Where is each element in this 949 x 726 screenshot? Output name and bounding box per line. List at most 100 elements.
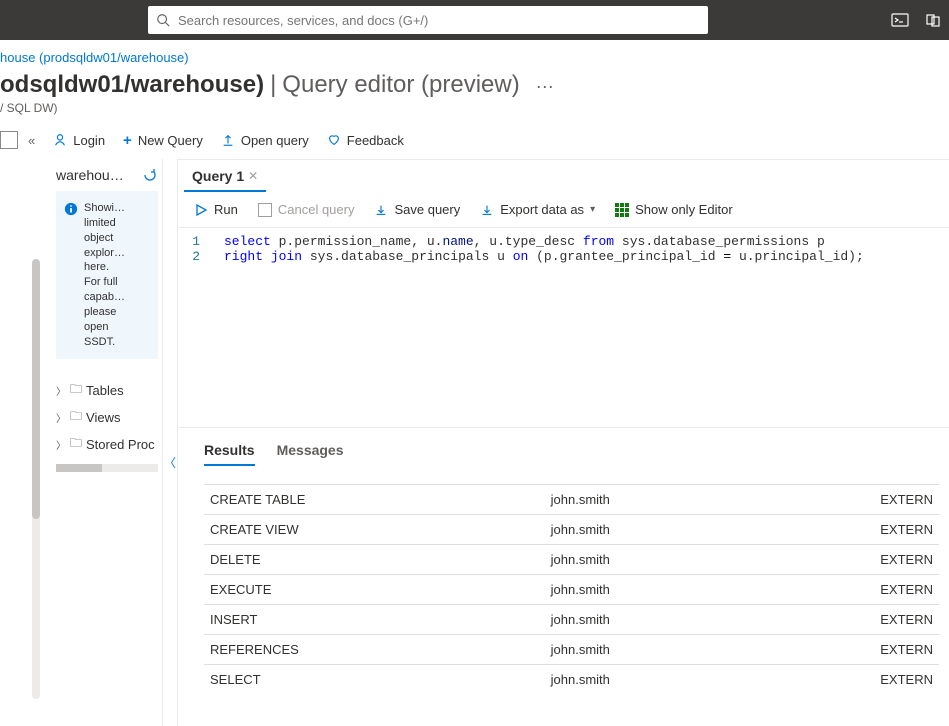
cancel-query-button: Cancel query <box>258 202 355 217</box>
results-table: CREATE TABLEjohn.smithEXTERNCREATE VIEWj… <box>204 484 939 694</box>
cell-type: EXTERN <box>874 575 939 605</box>
download-icon <box>480 203 494 217</box>
collapse-icon[interactable]: « <box>28 133 35 148</box>
table-row[interactable]: DELETEjohn.smithEXTERN <box>204 545 939 575</box>
cell-permission: SELECT <box>204 665 545 695</box>
breadcrumb-link[interactable]: house (prodsqldw01/warehouse) <box>0 50 189 65</box>
expand-left-icon[interactable]: 〈 <box>164 454 176 471</box>
page-section: Query editor (preview) <box>282 71 519 99</box>
chevron-right-icon: 〉 <box>56 383 66 398</box>
pane-splitter: 〈 <box>163 159 177 726</box>
run-label: Run <box>214 202 238 217</box>
feedback-button[interactable]: Feedback <box>327 133 404 148</box>
table-row[interactable]: CREATE TABLEjohn.smithEXTERN <box>204 485 939 515</box>
cell-type: EXTERN <box>874 665 939 695</box>
cell-user: john.smith <box>545 605 875 635</box>
editor-toolbar: Run Cancel query Save query Export data … <box>178 192 949 227</box>
upload-icon <box>221 133 235 147</box>
query-tab-1[interactable]: Query 1 ✕ <box>184 160 266 192</box>
global-search[interactable] <box>148 6 708 34</box>
save-query-button[interactable]: Save query <box>374 202 460 217</box>
page-title-row: odsqldw01/warehouse) | Query editor (pre… <box>0 65 949 99</box>
open-query-label: Open query <box>241 133 309 148</box>
result-tabs: Results Messages <box>204 442 939 466</box>
grid-icon <box>615 203 629 217</box>
tree-label: Tables <box>86 383 124 398</box>
tab-results[interactable]: Results <box>204 442 255 466</box>
notifications-icon[interactable] <box>925 12 941 28</box>
play-icon <box>194 203 208 217</box>
breadcrumb: house (prodsqldw01/warehouse) <box>0 40 949 65</box>
table-row[interactable]: INSERTjohn.smithEXTERN <box>204 605 939 635</box>
explorer-h-scroll-thumb[interactable] <box>56 464 102 472</box>
cloud-shell-icon[interactable] <box>891 12 909 28</box>
object-explorer: warehou… Showi… limited object explor… h… <box>48 159 163 726</box>
explorer-title: warehou… <box>56 167 124 183</box>
export-label: Export data as <box>500 202 584 217</box>
new-query-button[interactable]: + New Query <box>123 132 203 149</box>
user-icon <box>53 133 67 147</box>
save-label: Save query <box>394 202 460 217</box>
main-area: warehou… Showi… limited object explor… h… <box>0 159 949 726</box>
tree-item-tables[interactable]: 〉 🗀 Tables <box>56 377 158 404</box>
top-bar-right <box>891 12 941 28</box>
info-icon <box>64 202 78 349</box>
info-banner: Showi… limited object explor… here. For … <box>56 191 158 359</box>
export-data-button[interactable]: Export data as ▾ <box>480 202 595 217</box>
code-line-2: right join sys.database_principals u on … <box>220 249 864 264</box>
cell-permission: CREATE TABLE <box>204 485 545 515</box>
line-number: 1 <box>178 234 204 249</box>
new-query-label: New Query <box>138 133 203 148</box>
table-row[interactable]: CREATE VIEWjohn.smithEXTERN <box>204 515 939 545</box>
plus-icon: + <box>123 132 132 149</box>
cell-permission: DELETE <box>204 545 545 575</box>
cell-permission: REFERENCES <box>204 635 545 665</box>
cell-user: john.smith <box>545 485 875 515</box>
folder-icon: 🗀 <box>70 434 82 455</box>
cell-permission: EXECUTE <box>204 575 545 605</box>
query-tabs: Query 1 ✕ <box>178 160 949 192</box>
table-row[interactable]: EXECUTEjohn.smithEXTERN <box>204 575 939 605</box>
left-scrollbar[interactable] <box>32 259 40 699</box>
run-button[interactable]: Run <box>194 202 238 217</box>
login-button[interactable]: Login <box>53 133 105 148</box>
cell-type: EXTERN <box>874 605 939 635</box>
login-label: Login <box>73 133 105 148</box>
left-scroll-thumb[interactable] <box>32 259 40 519</box>
cell-permission: INSERT <box>204 605 545 635</box>
tree-item-stored-proc[interactable]: 〉 🗀 Stored Proc <box>56 431 158 458</box>
tree-item-views[interactable]: 〉 🗀 Views <box>56 404 158 431</box>
table-row[interactable]: SELECTjohn.smithEXTERN <box>204 665 939 695</box>
code-line-1: select p.permission_name, u.name, u.type… <box>220 234 825 249</box>
results-pane: Results Messages CREATE TABLEjohn.smithE… <box>178 427 949 726</box>
show-only-editor-button[interactable]: Show only Editor <box>615 202 733 217</box>
explorer-h-scrollbar[interactable] <box>56 464 158 472</box>
close-icon[interactable]: ✕ <box>248 169 258 183</box>
cell-user: john.smith <box>545 515 875 545</box>
open-query-button[interactable]: Open query <box>221 133 309 148</box>
cell-user: john.smith <box>545 665 875 695</box>
folder-icon: 🗀 <box>70 380 82 401</box>
chevron-down-icon: ▾ <box>590 204 595 215</box>
page-title-divider: | <box>270 71 276 99</box>
command-bar: « Login + New Query Open query Feedback <box>0 125 949 159</box>
more-menu-icon[interactable]: ··· <box>536 76 554 97</box>
chevron-right-icon: 〉 <box>56 410 66 425</box>
cell-type: EXTERN <box>874 635 939 665</box>
sql-editor[interactable]: 1 select p.permission_name, u.name, u.ty… <box>178 227 949 427</box>
cell-user: john.smith <box>545 575 875 605</box>
chevron-right-icon: 〉 <box>56 437 66 452</box>
info-text: Showi… limited object explor… here. For … <box>84 201 125 349</box>
refresh-icon[interactable] <box>142 167 158 183</box>
heart-icon <box>327 133 341 147</box>
query-tab-label: Query 1 <box>192 168 244 184</box>
left-gutter <box>0 159 48 726</box>
search-input[interactable] <box>178 13 700 28</box>
cell-user: john.smith <box>545 545 875 575</box>
table-row[interactable]: REFERENCESjohn.smithEXTERN <box>204 635 939 665</box>
tab-messages[interactable]: Messages <box>277 442 344 466</box>
cell-type: EXTERN <box>874 545 939 575</box>
page-title: odsqldw01/warehouse) <box>0 71 264 99</box>
top-bar <box>0 0 949 40</box>
tree-label: Stored Proc <box>86 437 155 452</box>
